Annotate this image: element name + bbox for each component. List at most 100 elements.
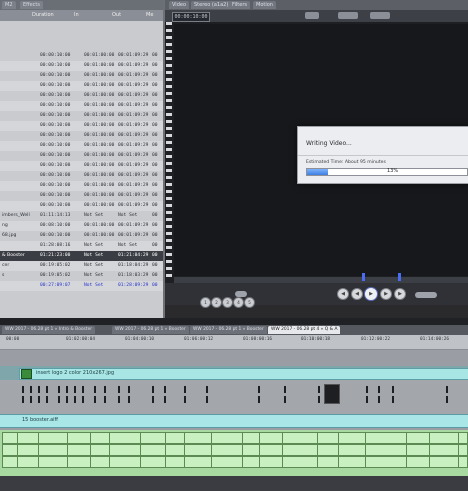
- in-point-marker[interactable]: [362, 273, 365, 281]
- audio-clip[interactable]: [211, 432, 243, 444]
- column-media[interactable]: Me: [146, 12, 153, 18]
- marker-button-5[interactable]: 5: [244, 297, 255, 308]
- marker-button-3[interactable]: 3: [222, 297, 233, 308]
- audio-clip[interactable]: [365, 444, 407, 456]
- audio-clip[interactable]: [90, 432, 110, 444]
- audio-clip[interactable]: [140, 444, 166, 456]
- audio-clip[interactable]: [282, 432, 318, 444]
- next-edit-button[interactable]: ▶: [380, 288, 392, 300]
- audio-clip[interactable]: [2, 444, 18, 456]
- mark-in-button[interactable]: ◀: [337, 288, 349, 300]
- audio-clip[interactable]: [165, 444, 185, 456]
- jog-wheel[interactable]: [415, 292, 437, 298]
- viewer-tab-motion[interactable]: Motion: [253, 1, 276, 9]
- audio-clip[interactable]: [317, 456, 339, 468]
- audio-clip[interactable]: [406, 444, 430, 456]
- audio-clip[interactable]: [338, 432, 366, 444]
- audio-clip[interactable]: [140, 456, 166, 468]
- audio-clip[interactable]: [458, 456, 468, 468]
- marker-button-1[interactable]: 1: [200, 297, 211, 308]
- audio-clip[interactable]: [38, 444, 68, 456]
- audio-clip[interactable]: [406, 432, 430, 444]
- table-row[interactable]: 00:00:10:00 00:01:00:00 00:01:09:29 00: [0, 201, 163, 211]
- audio-clip[interactable]: [140, 432, 166, 444]
- audio-clip[interactable]: [458, 444, 468, 456]
- audio-clip[interactable]: [67, 456, 91, 468]
- audio-clip[interactable]: [211, 444, 243, 456]
- audio-clip[interactable]: [429, 456, 459, 468]
- timeline-tab-intro-booster[interactable]: WW 2017 - 06.28 pt 1 » Intro & Booster: [2, 326, 96, 334]
- audio-clip[interactable]: [406, 456, 430, 468]
- audio-clip[interactable]: [38, 432, 68, 444]
- audio-clip[interactable]: [109, 444, 141, 456]
- audio-clip[interactable]: [109, 456, 141, 468]
- audio-clip[interactable]: [90, 456, 110, 468]
- table-row[interactable]: 00:00:10:00 00:01:00:00 00:01:09:29 00: [0, 61, 163, 71]
- viewer-tab-stereo[interactable]: Stereo (a1a2): [191, 1, 232, 9]
- out-point-marker[interactable]: [398, 273, 401, 281]
- timeline-ruler[interactable]: 00:00 01:02:00:04 01:04:00:10 01:06:00:1…: [0, 335, 468, 350]
- table-row[interactable]: 00:00:10:00 00:01:00:00 00:01:09:29 00: [0, 171, 163, 181]
- audio-clip[interactable]: [109, 432, 141, 444]
- audio-clip[interactable]: [2, 432, 18, 444]
- audio-clip[interactable]: [184, 444, 212, 456]
- table-row[interactable]: 00:00:10:00 00:01:00:00 00:01:09:29 00: [0, 91, 163, 101]
- audio-clip[interactable]: [38, 456, 68, 468]
- audio-clip[interactable]: [67, 444, 91, 456]
- table-row[interactable]: 00:00:10:00 00:01:00:00 00:01:09:29 00: [0, 101, 163, 111]
- table-row[interactable]: 00:00:10:00 00:01:00:00 00:01:09:29 00: [0, 111, 163, 121]
- table-row[interactable]: s 00:19:05:02 Not Set 01:18:03:29 00: [0, 271, 163, 281]
- table-row[interactable]: 00:00:10:00 00:01:00:00 00:01:09:29 00: [0, 51, 163, 61]
- table-row[interactable]: 00:00:10:00 00:01:00:00 00:01:09:29 00: [0, 121, 163, 131]
- table-row[interactable]: 00:00:10:00 00:01:00:00 00:01:09:29 00: [0, 151, 163, 161]
- audio-clip[interactable]: [67, 432, 91, 444]
- audio-clip[interactable]: [259, 444, 283, 456]
- audio-clip-header[interactable]: [0, 414, 468, 428]
- audio-clip[interactable]: [365, 456, 407, 468]
- timeline-tab-booster-1[interactable]: WW 2017 - 06.28 pt 1 » Booster: [112, 326, 189, 334]
- table-row[interactable]: imbers_Well 01:11:14:13 Not Set Not Set 00: [0, 211, 163, 221]
- table-row[interactable]: cer 00:19:05:02 Not Set 01:18:04:29 00: [0, 261, 163, 271]
- audio-clip[interactable]: [282, 444, 318, 456]
- overlay-popup[interactable]: [370, 12, 390, 19]
- audio-clip[interactable]: [2, 456, 18, 468]
- table-row[interactable]: 00:00:10:00 00:01:00:00 00:01:09:29 00: [0, 81, 163, 91]
- audio-clip[interactable]: [338, 456, 366, 468]
- table-row[interactable]: 00:00:10:00 00:01:00:00 00:01:09:29 00: [0, 161, 163, 171]
- view-popup[interactable]: [338, 12, 358, 19]
- play-button[interactable]: ▶: [364, 287, 378, 301]
- audio-clip[interactable]: [429, 444, 459, 456]
- column-in[interactable]: In: [74, 12, 79, 18]
- audio-clip[interactable]: [184, 432, 212, 444]
- table-row[interactable]: 00:27:09:07 Not Set 01:28:09:29 00: [0, 281, 163, 291]
- audio-clip[interactable]: [317, 444, 339, 456]
- audio-clip[interactable]: [259, 432, 283, 444]
- audio-clip[interactable]: [242, 456, 260, 468]
- zoom-popup[interactable]: [305, 12, 319, 19]
- previous-edit-button[interactable]: ◀: [351, 288, 363, 300]
- audio-clip[interactable]: [17, 432, 39, 444]
- table-row[interactable]: 00:00:10:00 00:01:00:00 00:01:09:29 00: [0, 181, 163, 191]
- audio-clip[interactable]: [242, 444, 260, 456]
- table-row[interactable]: ng 00:08:10:00 00:01:00:00 00:01:09:29 00: [0, 221, 163, 231]
- column-out[interactable]: Out: [112, 12, 121, 18]
- timeline-tab-qa[interactable]: WW 2017 - 06.28 pt 4 » Q & A: [268, 326, 341, 334]
- table-row[interactable]: 00:00:10:00 00:01:00:00 00:01:09:29 00: [0, 191, 163, 201]
- viewer-tab-video[interactable]: Video: [169, 1, 190, 9]
- audio-clip[interactable]: [211, 456, 243, 468]
- audio-clip[interactable]: [259, 456, 283, 468]
- mark-out-button[interactable]: ▶: [394, 288, 406, 300]
- timecode-field[interactable]: 00:00:10:00: [172, 12, 210, 22]
- table-row[interactable]: 68.jpg 00:00:10:00 00:01:00:00 00:01:09:29 0…: [0, 231, 163, 241]
- viewer-tab-filters[interactable]: Filters: [229, 1, 250, 9]
- table-row[interactable]: 00:00:10:00 00:01:00:00 00:01:09:29 00: [0, 131, 163, 141]
- browser-tab-effects[interactable]: Effects: [20, 1, 43, 9]
- audio-clip[interactable]: [90, 444, 110, 456]
- audio-clip[interactable]: [282, 456, 318, 468]
- audio-clip[interactable]: [429, 432, 459, 444]
- marker-button-2[interactable]: 2: [211, 297, 222, 308]
- table-row[interactable]: 00:00:10:00 00:01:00:00 00:01:09:29 00: [0, 71, 163, 81]
- marker-button-4[interactable]: 4: [233, 297, 244, 308]
- audio-clip[interactable]: [458, 432, 468, 444]
- audio-clip[interactable]: [165, 456, 185, 468]
